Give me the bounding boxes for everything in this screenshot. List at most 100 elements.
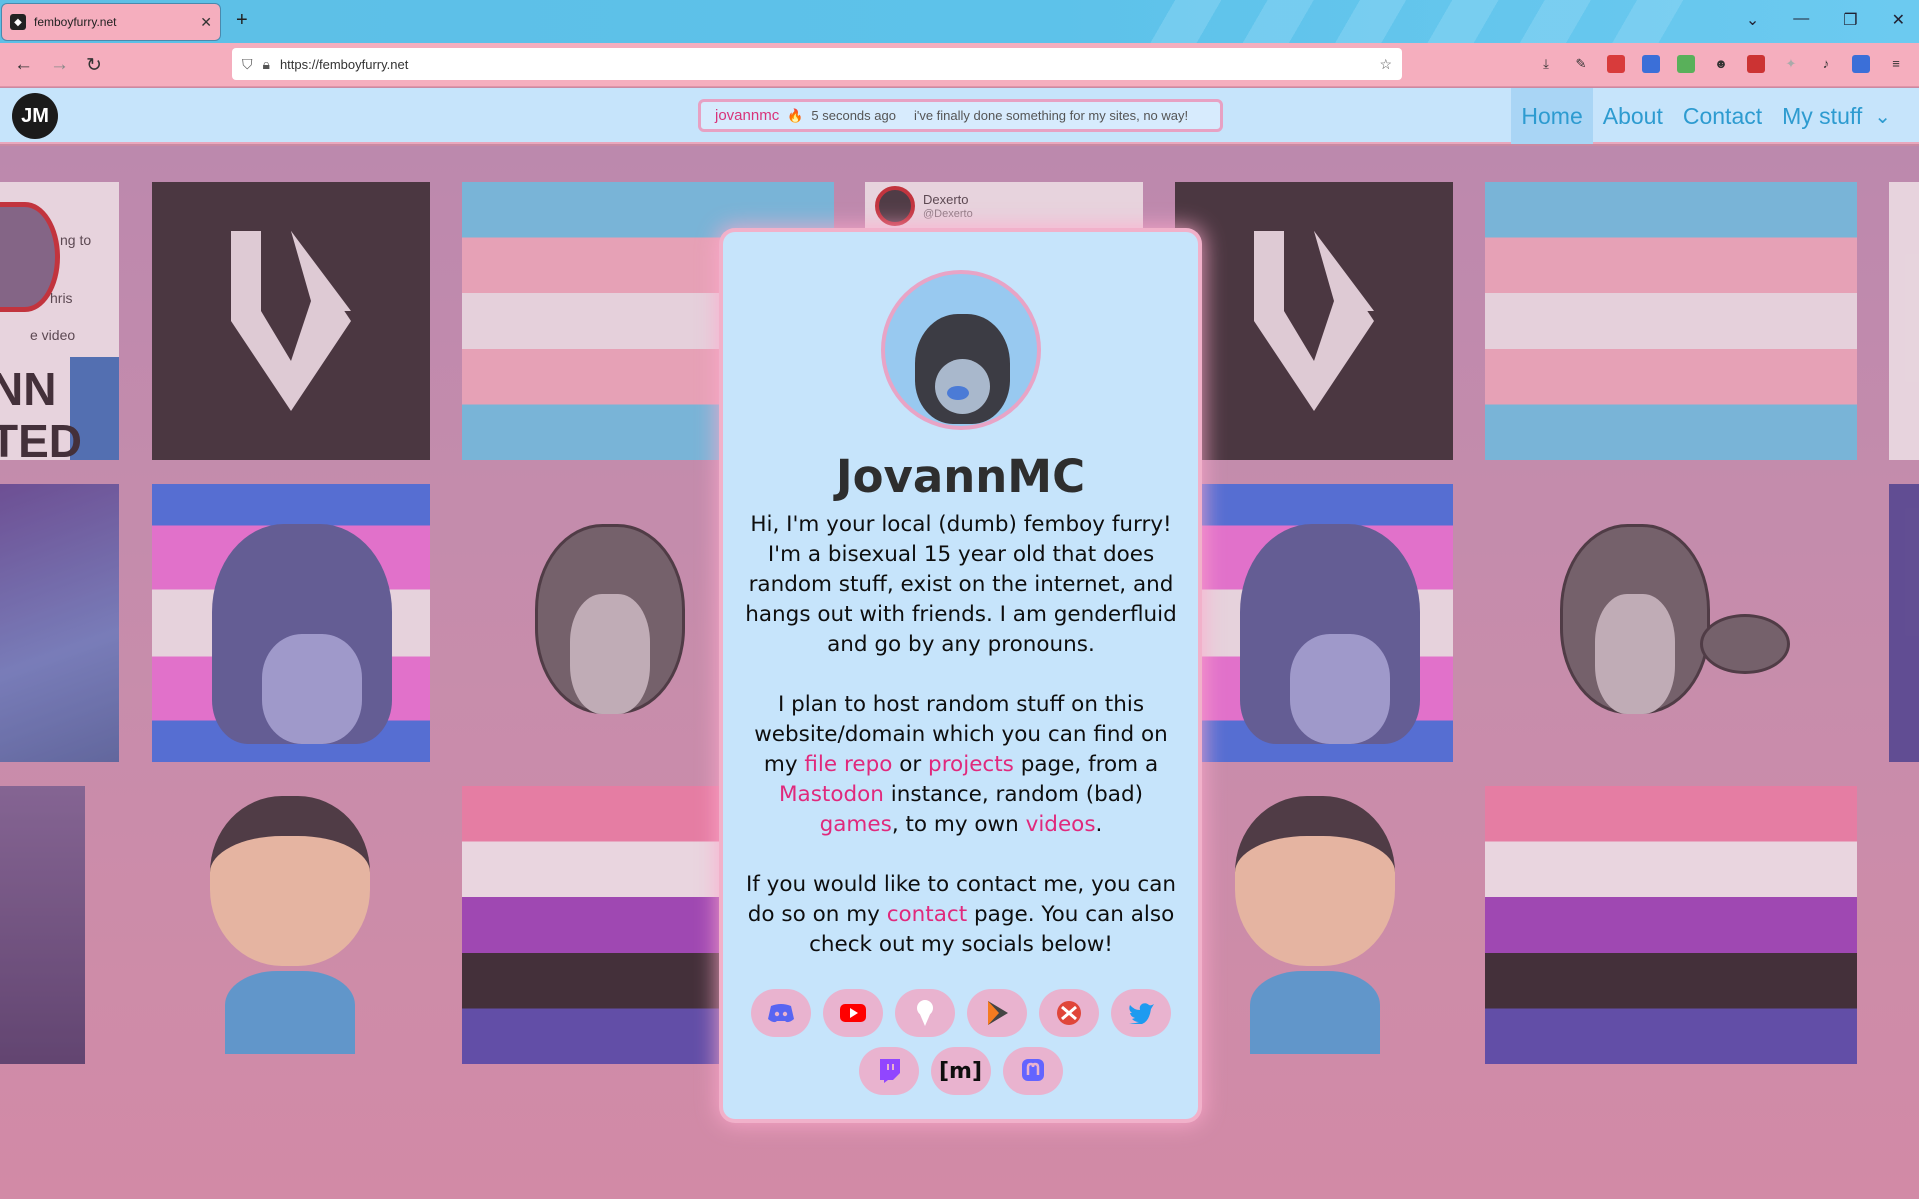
contact-link[interactable]: contact	[887, 902, 967, 927]
restore-icon[interactable]: ❐	[1843, 10, 1857, 30]
browser-tab-bar: ◆ femboyfurry.net ✕ + ⌄ — ❐ ✕	[0, 0, 1919, 43]
shield-icon[interactable]: ⛉	[242, 56, 253, 73]
gallery-art-tile	[0, 786, 85, 1064]
profile-avatar	[881, 270, 1041, 430]
social-row: [m]	[858, 1047, 1063, 1095]
forward-icon[interactable]: →	[50, 54, 69, 76]
lock-icon[interactable]: 🔒︎	[263, 56, 270, 73]
nav-about[interactable]: About	[1593, 88, 1673, 144]
mastodon-link[interactable]: Mastodon	[779, 782, 884, 807]
screenshot-text: NN	[0, 363, 57, 415]
site-favicon-icon: ◆	[10, 14, 26, 30]
youtube-icon[interactable]	[822, 989, 883, 1037]
bio-text: or	[892, 752, 929, 777]
social-row	[750, 989, 1171, 1037]
close-window-icon[interactable]: ✕	[1892, 10, 1905, 30]
gallery-mii-tile	[1210, 796, 1420, 1054]
gallery-wolf-sticker	[1540, 484, 1800, 762]
bio-text: instance, random (bad)	[883, 782, 1143, 807]
extensions-icon[interactable]: ✎	[1572, 55, 1590, 73]
extension-green-icon[interactable]	[1677, 55, 1695, 73]
social-links: [m]	[723, 989, 1198, 1095]
screenshot-text: hris	[50, 290, 73, 306]
profile-bio: Hi, I'm your local (dumb) femboy furry! …	[741, 510, 1181, 990]
screenshot-text: TED	[0, 415, 82, 460]
back-icon[interactable]: ←	[14, 54, 33, 76]
projects-link[interactable]: projects	[928, 752, 1014, 777]
extension-mask-icon[interactable]: ☻	[1712, 55, 1730, 73]
nav-my-stuff[interactable]: My stuff ⌄	[1772, 88, 1901, 144]
bio-text: .	[1095, 812, 1103, 837]
gallery-screenshot-tile	[1889, 182, 1919, 460]
gallery-genderfluid-flag	[462, 786, 722, 1064]
toolbar-extensions: ⤓ ✎ ☻ ✦ ♪ ≡	[1537, 55, 1905, 73]
gallery-wolf-sticker	[515, 484, 715, 762]
nav-home[interactable]: Home	[1511, 88, 1593, 144]
status-user[interactable]: jovannmc	[715, 107, 779, 124]
window-controls: ⌄ — ❐ ✕	[1746, 10, 1905, 30]
gallery-mii-tile	[185, 796, 395, 1054]
audio-icon[interactable]: ♪	[1817, 55, 1835, 73]
mastodon-icon[interactable]	[1002, 1047, 1063, 1095]
gallery-art-tile	[0, 484, 119, 762]
new-tab-button[interactable]: +	[236, 9, 248, 32]
discord-icon[interactable]	[750, 989, 811, 1037]
play-store-icon[interactable]	[966, 989, 1027, 1037]
bitwarden-icon[interactable]	[1642, 55, 1660, 73]
fire-icon: 🔥	[787, 107, 804, 123]
twitter-icon[interactable]	[1110, 989, 1171, 1037]
file-repo-link[interactable]: file repo	[804, 752, 892, 777]
status-text: i've finally done something for my sites…	[913, 108, 1189, 123]
gallery-genderfluid-flag	[1485, 786, 1857, 1064]
close-tab-icon[interactable]: ✕	[200, 14, 212, 31]
list-tabs-icon[interactable]: ⌄	[1746, 10, 1759, 30]
gallery-logo-tile	[1175, 182, 1453, 460]
matrix-icon[interactable]: [m]	[930, 1047, 991, 1095]
bio-paragraph: If you would like to contact me, you can…	[741, 870, 1181, 960]
extension-grey-icon[interactable]: ✦	[1782, 55, 1800, 73]
downloads-icon[interactable]: ⤓	[1537, 55, 1555, 73]
chevron-down-icon: ⌄	[1874, 105, 1891, 128]
tab-title: femboyfurry.net	[34, 15, 117, 29]
bookmark-star-icon[interactable]: ☆	[1379, 56, 1392, 73]
games-link[interactable]: games	[820, 812, 892, 837]
osu-icon[interactable]	[1038, 989, 1099, 1037]
profile-name: JovannMC	[835, 450, 1086, 503]
bio-paragraph: Hi, I'm your local (dumb) femboy furry! …	[745, 512, 1177, 657]
bio-text: page, from a	[1013, 752, 1159, 777]
browser-nav-bar: ← → ↻ ⛉ 🔒︎ https://femboyfurry.net ☆ ⤓ ✎…	[0, 43, 1919, 87]
screenshot-text: ng to	[60, 232, 92, 248]
jm-logo-icon	[1254, 231, 1374, 411]
screenshot-text: e video	[30, 327, 76, 343]
translate-icon[interactable]	[1852, 55, 1870, 73]
url-text[interactable]: https://femboyfurry.net	[280, 57, 1369, 72]
profile-card: JovannMC Hi, I'm your local (dumb) fembo…	[723, 232, 1198, 1119]
site-nav: Home About Contact My stuff ⌄	[1511, 88, 1901, 144]
screenshot-text: @Dexerto	[923, 208, 973, 220]
gallery-pixel-art-tile	[152, 484, 430, 762]
jm-logo-icon	[231, 231, 351, 411]
app-menu-icon[interactable]: ≡	[1887, 55, 1905, 73]
gallery-art-tile	[1889, 484, 1919, 762]
videos-link[interactable]: videos	[1026, 812, 1096, 837]
gallery-pixel-art-tile	[1200, 484, 1453, 762]
twitch-icon[interactable]	[858, 1047, 919, 1095]
screenshot-text: Dexerto	[923, 192, 969, 207]
gallery-trans-flag	[1485, 182, 1857, 460]
site-logo[interactable]: JM	[12, 93, 58, 139]
minimize-icon[interactable]: —	[1793, 10, 1809, 30]
bio-paragraph: I plan to host random stuff on this webs…	[741, 690, 1181, 840]
gallery-logo-tile	[152, 182, 430, 460]
browser-tab[interactable]: ◆ femboyfurry.net ✕	[2, 4, 220, 40]
extension-red-icon[interactable]	[1747, 55, 1765, 73]
nav-my-stuff-label: My stuff	[1782, 102, 1863, 129]
url-bar[interactable]: ⛉ 🔒︎ https://femboyfurry.net ☆	[232, 48, 1402, 80]
nav-contact[interactable]: Contact	[1673, 88, 1772, 144]
icecream-icon[interactable]	[894, 989, 955, 1037]
ublock-icon[interactable]	[1607, 55, 1625, 73]
reload-icon[interactable]: ↻	[86, 54, 102, 77]
status-message: jovannmc 🔥 5 seconds ago i've finally do…	[698, 99, 1223, 132]
site-header: JM jovannmc 🔥 5 seconds ago i've finally…	[0, 88, 1919, 144]
bio-text: , to my own	[891, 812, 1026, 837]
tabbar-decoration	[1129, 0, 1689, 43]
